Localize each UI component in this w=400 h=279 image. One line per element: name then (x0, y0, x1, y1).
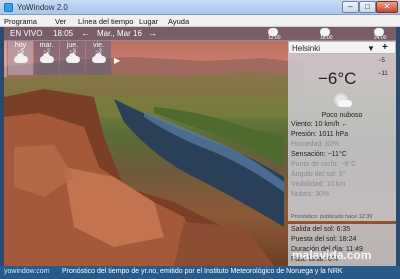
minimize-button[interactable]: – (342, 1, 359, 13)
forecast-day-name: jue. (66, 42, 79, 49)
app-icon (4, 3, 13, 12)
sunset: Puesta del sol: 18:24 (291, 236, 357, 243)
city-name: Helsinki (292, 44, 321, 53)
forecast-credit: Pronóstico del tiempo de yr.no, emitido … (62, 268, 343, 275)
status-bar: yowindow.com Pronóstico del tiempo de yr… (0, 266, 400, 279)
weather-panel: Helsinki ▼ + −6°C −5 −11 Poco nuboso Vie… (288, 41, 396, 266)
snow-cloud-icon (39, 53, 54, 63)
chevron-down-icon[interactable]: ▼ (367, 44, 375, 53)
watermark: malavida.com (292, 248, 372, 262)
current-date: Mar., Mar 16 (97, 29, 142, 38)
forecast-day-name: vie. (93, 42, 104, 49)
site-link[interactable]: yowindow.com (4, 268, 50, 275)
cloud-icon (13, 53, 28, 63)
forecast-day[interactable]: mar. −2 (34, 41, 59, 75)
forecast-day-name: hoy (14, 42, 27, 49)
live-button[interactable]: EN VIVO (10, 29, 42, 38)
weather-scene: EN VIVO 18:05 ← Mar., Mar 16 → 12:00 18:… (4, 27, 396, 266)
menu-bar: Programa Ver Línea del tiempo Lugar Ayud… (0, 15, 400, 27)
menu-programa[interactable]: Programa (4, 17, 37, 26)
snow-cloud-icon (65, 53, 80, 63)
detail-dew-point: Punto de rocío: −9°C (291, 161, 357, 168)
forecast-more-arrow-icon[interactable]: ▶ (114, 56, 120, 65)
maximize-button[interactable]: □ (359, 1, 376, 13)
next-day-arrow-icon[interactable]: → (148, 28, 157, 38)
menu-ayuda[interactable]: Ayuda (168, 17, 189, 26)
detail-wind: Viento: 10 km/h ← (291, 121, 349, 128)
menu-ver[interactable]: Ver (55, 17, 66, 26)
menu-linea-del-tiempo[interactable]: Línea del tiempo (78, 17, 133, 26)
forecast-day-name: mar. (39, 42, 54, 49)
current-time: 18:05 (53, 29, 74, 38)
current-conditions: −6°C −5 −11 Poco nuboso Viento: 10 km/h … (288, 54, 396, 221)
timeline-tick-1: 12:00 (268, 35, 281, 41)
temp-low: −11 (378, 71, 388, 77)
timeline-toolbar: EN VIVO 18:05 ← Mar., Mar 16 → 12:00 18:… (4, 27, 396, 41)
cloud-icon (338, 100, 352, 107)
detail-feels-like: Sensación: −11°C (291, 151, 347, 158)
detail-sun-angle: Ángulo del sol: 5° (291, 171, 346, 178)
location-selector[interactable]: Helsinki ▼ + (288, 41, 396, 54)
window-title: YoWindow 2.0 (17, 3, 68, 12)
temp-high: −5 (378, 58, 385, 64)
add-location-button[interactable]: + (382, 42, 388, 53)
detail-humidity: Humedad: 82% (291, 141, 340, 148)
detail-pressure: Presión: 1011 hPa (291, 131, 349, 138)
prev-day-arrow-icon[interactable]: ← (81, 28, 90, 38)
forecast-day[interactable]: vie. −2 (86, 41, 111, 75)
left-edge-handle (4, 41, 7, 77)
forecast-day[interactable]: jue. −3 (60, 41, 85, 75)
current-temperature: −6°C (318, 69, 357, 88)
sunrise: Salida del sol: 6:35 (291, 226, 351, 233)
forecast-published: Pronóstico: publicado hace 12:39 (291, 214, 373, 220)
close-button[interactable]: ✕ (376, 1, 398, 13)
detail-clouds: Nubes: 30% (291, 191, 330, 198)
condition-text: Poco nuboso (321, 112, 363, 119)
title-bar: YoWindow 2.0 – □ ✕ (0, 0, 400, 15)
snow-cloud-icon (91, 53, 106, 63)
detail-visibility: Visibilidad: 10 km (291, 181, 346, 188)
forecast-day[interactable]: hoy −5 (8, 41, 33, 75)
menu-lugar[interactable]: Lugar (139, 17, 158, 26)
